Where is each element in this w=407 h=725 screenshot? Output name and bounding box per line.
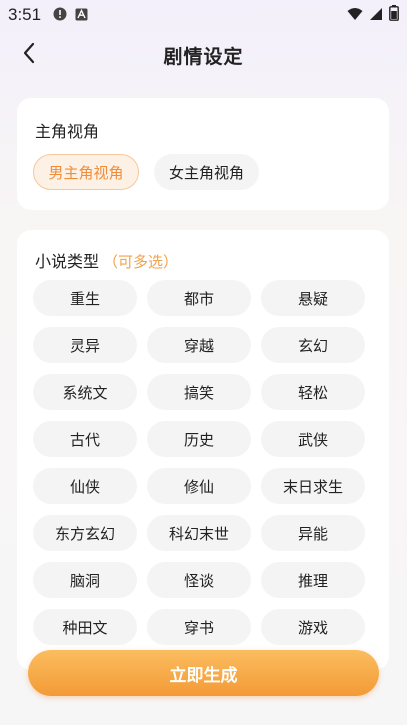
genre-chip[interactable]: 科幻末世 [147,515,251,551]
genre-chip[interactable]: 末日求生 [261,468,365,504]
genre-chip[interactable]: 搞笑 [147,374,251,410]
battery-icon [389,5,399,25]
chevron-left-icon [22,42,36,68]
genre-chip[interactable]: 轻松 [261,374,365,410]
genre-chip[interactable]: 灵异 [33,327,137,363]
status-right-icons [347,5,399,25]
genre-chip[interactable]: 怪谈 [147,562,251,598]
genre-chip[interactable]: 历史 [147,421,251,457]
status-time: 3:51 [8,5,42,24]
multi-select-hint: （可多选） [103,253,179,271]
genre-chip[interactable]: 脑洞 [33,562,137,598]
generate-button[interactable]: 立即生成 [28,650,379,696]
genre-chip[interactable]: 重生 [33,280,137,316]
genre-chip[interactable]: 仙侠 [33,468,137,504]
back-button[interactable] [14,40,44,70]
genre-section: 小说类型 （可多选） 重生 都市 悬疑 灵异 穿越 玄幻 系统文 搞笑 轻松 古代… [17,230,389,670]
genre-chip[interactable]: 系统文 [33,374,137,410]
pov-option-male[interactable]: 男主角视角 [33,154,139,190]
status-left-icons [53,6,88,25]
genre-chip[interactable]: 悬疑 [261,280,365,316]
pov-section: 主角视角 男主角视角 女主角视角 [17,98,389,210]
alert-icon [53,6,67,25]
pov-option-female[interactable]: 女主角视角 [154,154,259,190]
genre-label: 小说类型 （可多选） [35,248,178,272]
genre-chip[interactable]: 穿越 [147,327,251,363]
genre-chip[interactable]: 都市 [147,280,251,316]
genre-chip[interactable]: 古代 [33,421,137,457]
font-a-icon [75,6,88,25]
page-title: 剧情设定 [163,45,244,68]
signal-icon [369,6,383,25]
genre-label-text: 小说类型 [35,252,100,271]
genre-chip[interactable]: 异能 [261,515,365,551]
genre-chip[interactable]: 游戏 [261,609,365,645]
genre-chip[interactable]: 修仙 [147,468,251,504]
genre-grid: 重生 都市 悬疑 灵异 穿越 玄幻 系统文 搞笑 轻松 古代 历史 武侠 仙侠 … [33,280,365,645]
pov-label: 主角视角 [35,122,100,141]
genre-chip[interactable]: 穿书 [147,609,251,645]
genre-chip[interactable]: 玄幻 [261,327,365,363]
genre-chip[interactable]: 东方玄幻 [33,515,137,551]
wifi-icon [347,6,363,25]
header: 剧情设定 [0,30,407,80]
genre-chip[interactable]: 种田文 [33,609,137,645]
status-bar: 3:51 [0,0,407,30]
genre-chip[interactable]: 武侠 [261,421,365,457]
genre-chip[interactable]: 推理 [261,562,365,598]
